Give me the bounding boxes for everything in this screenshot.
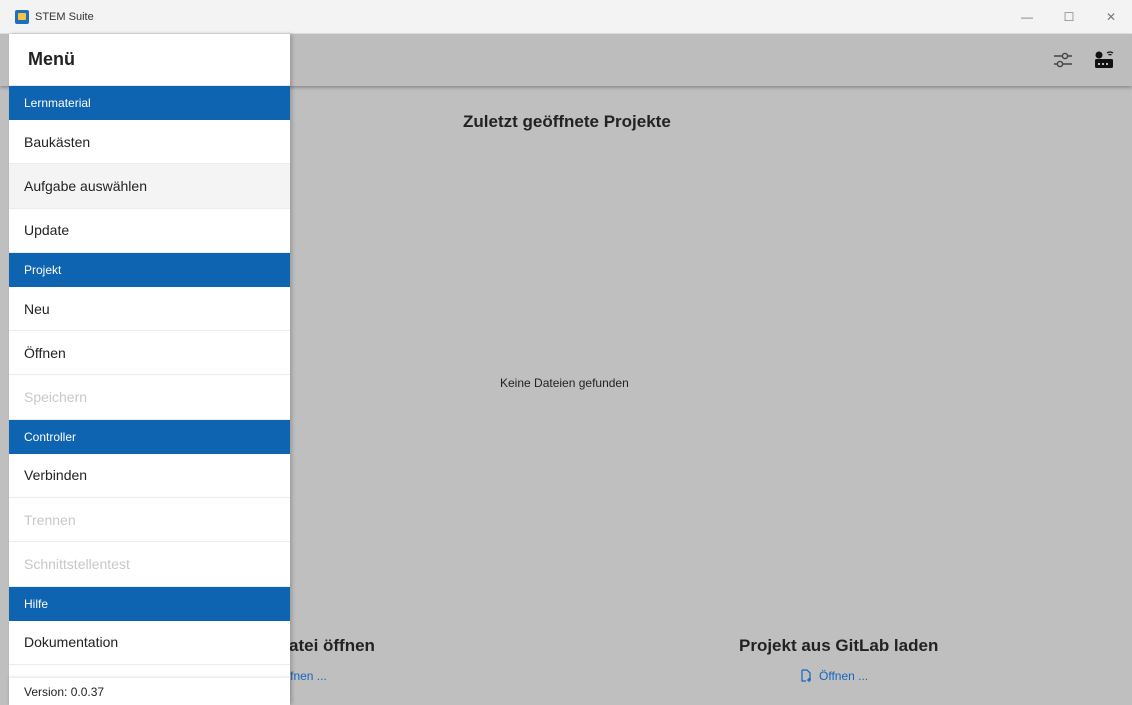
menu-item-aufgabe-auswaehlen[interactable]: Aufgabe auswählen <box>9 164 290 209</box>
recent-projects-title: Zuletzt geöffnete Projekte <box>463 112 671 131</box>
section-header-projekt: Projekt <box>9 252 290 287</box>
window-titlebar: STEM Suite — ☐ ✕ <box>0 0 1132 34</box>
menu-item-neu[interactable]: Neu <box>9 287 290 332</box>
gitlab-project-title: Projekt aus GitLab laden <box>739 636 939 655</box>
menu-item-baukaesten[interactable]: Baukästen <box>9 120 290 165</box>
file-add-icon <box>801 669 811 682</box>
controller-device-icon[interactable] <box>1090 46 1118 74</box>
open-file-link[interactable]: ffnen ... <box>287 669 327 683</box>
section-header-hilfe: Hilfe <box>9 586 290 621</box>
menu-item-schnittstellentest: Schnittstellentest <box>9 542 290 587</box>
navigation-drawer: Menü Lernmaterial Baukästen Aufgabe ausw… <box>9 34 290 705</box>
open-file-title: atei öffnen <box>289 636 375 655</box>
app-logo-icon <box>15 9 29 24</box>
menu-item-dokumentation[interactable]: Dokumentation <box>9 621 290 665</box>
drawer-title: Menü <box>9 34 290 86</box>
open-file-link-label: ffnen ... <box>287 669 327 683</box>
menu-item-speichern: Speichern <box>9 375 290 420</box>
window-title: STEM Suite <box>35 10 94 23</box>
maximize-button[interactable]: ☐ <box>1048 0 1090 34</box>
minimize-button[interactable]: — <box>1006 0 1048 34</box>
empty-state-message: Keine Dateien gefunden <box>500 376 629 390</box>
gitlab-open-link[interactable]: Öffnen ... <box>799 669 868 683</box>
section-header-controller: Controller <box>9 419 290 454</box>
menu-item-verbinden[interactable]: Verbinden <box>9 454 290 499</box>
section-header-lernmaterial: Lernmaterial <box>9 86 290 120</box>
menu-item-trennen: Trennen <box>9 498 290 543</box>
menu-item-oeffnen[interactable]: Öffnen <box>9 331 290 376</box>
version-label: Version: 0.0.37 <box>9 678 290 705</box>
gitlab-open-link-label: Öffnen ... <box>819 669 869 683</box>
settings-sliders-icon[interactable] <box>1049 46 1077 74</box>
window-controls: — ☐ ✕ <box>1006 0 1132 34</box>
close-button[interactable]: ✕ <box>1090 0 1132 34</box>
menu-item-update[interactable]: Update <box>9 209 290 253</box>
